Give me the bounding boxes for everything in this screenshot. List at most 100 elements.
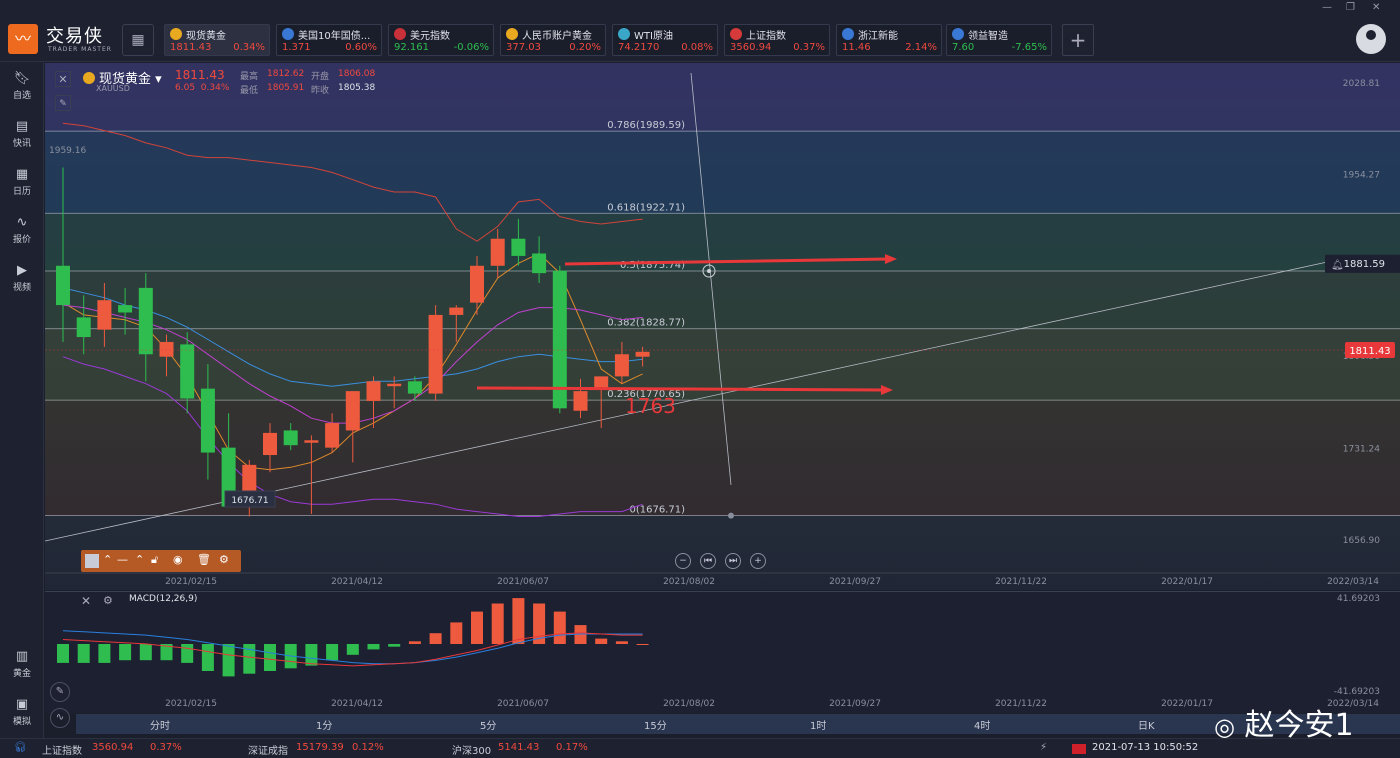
timeframe-tab[interactable]: 1时 [810,717,826,732]
chevron-up-icon[interactable]: ⌃ [135,553,144,566]
indicator-icon[interactable]: ∿ [50,708,70,728]
app-logo-icon: 〰 [8,24,38,54]
ticker-card[interactable]: 浙江新能 11.46 2.14% [836,24,942,56]
color-swatch[interactable] [85,554,99,568]
minimize-icon[interactable]: — [1322,2,1332,13]
eye-icon[interactable]: ◉ [173,553,183,566]
indicator-settings-icon[interactable]: ⚙ [103,594,113,607]
alert-price-label: 1881.59 [1344,259,1385,270]
support-arrow[interactable] [476,386,886,392]
lock-icon[interactable]: 🔓︎ [151,553,158,567]
candle-body[interactable] [56,265,70,306]
zoom-in-button[interactable]: + [750,553,766,569]
candle-body[interactable] [118,305,133,313]
candle-body[interactable] [387,383,402,387]
candle-body[interactable] [428,314,443,394]
draw-tool-button[interactable]: ✎ [55,95,71,111]
candle-body[interactable] [304,440,319,443]
weibo-watermark: ◎ 赵今安1 [1214,708,1354,743]
candle-body[interactable] [614,354,629,377]
gear-icon[interactable]: ⚙ [219,553,229,566]
macd-histogram-bar [636,644,649,645]
timeframe-tab[interactable]: 1分 [316,717,332,732]
zoom-out-button[interactable]: − [675,553,691,569]
restore-icon[interactable]: ❐ [1346,2,1355,13]
candle-body[interactable] [97,300,112,330]
ticker-card[interactable]: 美元指数 92.161 -0.06% [388,24,494,56]
candle-body[interactable] [180,344,195,399]
ticker-price: 1811.43 [170,42,212,53]
candle-body[interactable] [138,287,153,355]
candle-body[interactable] [449,307,464,315]
sidebar-item[interactable]: 🔖︎ 自选 [0,70,44,110]
sidebar-item[interactable]: ▣ 模拟 [0,696,44,736]
timeframe-tab[interactable]: 5分 [480,717,496,732]
timeframe-tab[interactable]: 日K [1138,717,1155,732]
trash-icon[interactable]: 🗑︎ [197,553,211,566]
candle-body[interactable] [573,391,588,411]
ticker-card[interactable]: 美国10年国债... 1.371 0.60% [276,24,382,56]
timeframe-tab[interactable]: 4时 [974,717,990,732]
anchor-point[interactable] [728,512,734,519]
ticker-card[interactable]: 上证指数 3560.94 0.37% [724,24,830,56]
scroll-start-button[interactable]: ⏮ [700,553,716,569]
headset-icon[interactable]: 🎧︎ [14,742,27,753]
timeframe-tab[interactable]: 分时 [150,717,170,732]
user-avatar[interactable] [1356,24,1386,54]
candle-body[interactable] [76,317,91,338]
candle-body[interactable] [532,253,547,274]
ticker-card[interactable]: 现货黄金 1811.43 0.34% [164,24,270,56]
anchor-point[interactable] [707,269,711,274]
low-marker-label: 1676.71 [231,496,268,506]
bell-icon[interactable]: 🔔︎ [1331,259,1344,271]
pencil-icon[interactable]: ✎ [50,682,70,702]
candle-body[interactable] [200,388,215,453]
candle-body[interactable] [635,351,650,357]
symbol-change: 6.05 0.34% [175,83,230,93]
left-value-label: 1959.16 [49,146,86,156]
line-style-icon[interactable]: — [117,553,128,566]
close-chart-button[interactable]: ✕ [55,71,71,87]
layout-grid-button[interactable]: ▦ [122,24,154,56]
ticker-card[interactable]: WTI原油 74.2170 0.08% [612,24,718,56]
candle-body[interactable] [345,391,360,431]
macd-histogram-bar [429,633,442,644]
candle-body[interactable] [511,238,526,256]
add-ticker-button[interactable]: + [1062,24,1094,56]
macd-chart[interactable]: 41.69203 -41.69203 2021/02/15 2021/04/12 202… [45,592,1400,713]
ticker-card[interactable]: 领益智造 7.60 -7.65% [946,24,1052,56]
sidebar-item-label: 日历 [12,187,31,197]
candle-body[interactable] [263,432,277,456]
chevron-up-icon[interactable]: ⌃ [103,553,112,566]
pencil-icon: ✎ [59,99,67,109]
sidebar-item[interactable]: ∿ 报价 [0,214,44,254]
macd-panel[interactable]: 41.69203 -41.69203 2021/02/15 2021/04/12 202… [45,591,1400,713]
candle-body[interactable] [159,341,174,357]
candlestick-chart[interactable]: 0.786(1989.59)0.618(1922.71)0.5(1875.74)… [45,63,1400,590]
candle-body[interactable] [407,381,422,394]
macd-histogram-bar [615,641,628,644]
timeframe-tab[interactable]: 15分 [644,717,667,732]
candle-body[interactable] [366,381,381,401]
price-chart-panel[interactable]: 0.786(1989.59) 0.618(1922.71) 0.5(1875.74)… [45,63,1400,590]
fib-band [45,131,1400,214]
sse-logo-icon [730,28,742,40]
macd-histogram-bar [450,622,463,644]
datetime: 2021-07-13 10:50:52 [1092,742,1199,753]
sz-index-label: 深证成指 [248,746,288,757]
macd-histogram-bar [491,603,504,644]
sidebar-item[interactable]: ▥ 黄金 [0,648,44,688]
candle-body[interactable] [283,430,298,446]
sidebar-item[interactable]: ▶ 视频 [0,262,44,302]
sidebar-item[interactable]: ▤ 快讯 [0,118,44,158]
scroll-end-button[interactable]: ⏭ [725,553,741,569]
candle-body[interactable] [490,238,505,266]
candle-body[interactable] [325,423,340,448]
candle-body[interactable] [470,265,484,303]
close-window-icon[interactable]: ✕ [1372,2,1380,13]
close-indicator-icon[interactable]: ✕ [81,594,91,608]
ticker-card[interactable]: 人民币账户黄金 377.03 0.20% [500,24,606,56]
sidebar-item[interactable]: ▦ 日历 [0,166,44,206]
candle-body[interactable] [594,376,609,389]
price-annotation[interactable]: 1763 [625,394,676,418]
